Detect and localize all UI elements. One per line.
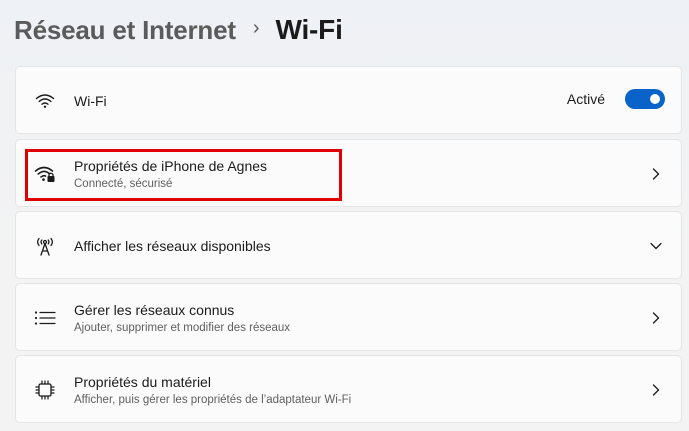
wifi-toggle-switch[interactable] (625, 89, 665, 109)
chevron-right-icon (649, 311, 663, 325)
chip-icon (33, 378, 57, 402)
wifi-toggle-control: Activé (567, 89, 665, 109)
chevron-down-icon (649, 239, 663, 253)
network-properties-card[interactable]: Propriétés de iPhone de Agnes Connecté, … (15, 139, 682, 207)
wifi-toggle-card: Wi-Fi Activé (15, 66, 682, 134)
breadcrumb-separator: › (252, 16, 260, 39)
breadcrumb: Réseau et Internet › Wi-Fi (14, 10, 343, 50)
breadcrumb-parent-link[interactable]: Réseau et Internet (14, 15, 236, 46)
chevron-right-icon (649, 167, 663, 181)
network-properties-label: Propriétés de iPhone de Agnes (74, 158, 268, 174)
toggle-knob (650, 94, 660, 104)
known-networks-description: Ajouter, supprimer et modifier des résea… (74, 322, 291, 334)
network-status-text: Connecté, sécurisé (74, 178, 173, 190)
wifi-icon (33, 89, 57, 113)
page-title: Wi-Fi (275, 14, 343, 45)
hardware-properties-card[interactable]: Propriétés du matériel Afficher, puis gé… (15, 355, 682, 423)
antenna-icon (33, 234, 57, 258)
available-networks-label: Afficher les réseaux disponibles (74, 238, 271, 254)
available-networks-card[interactable]: Afficher les réseaux disponibles (15, 211, 682, 279)
list-icon (33, 306, 57, 330)
hardware-properties-description: Afficher, puis gérer les propriétés de l… (74, 394, 352, 406)
known-networks-card[interactable]: Gérer les réseaux connus Ajouter, suppri… (15, 283, 682, 351)
chevron-right-icon (649, 383, 663, 397)
settings-page: Réseau et Internet › Wi-Fi Wi-Fi Activé (0, 0, 689, 431)
known-networks-label: Gérer les réseaux connus (74, 302, 235, 318)
hardware-properties-label: Propriétés du matériel (74, 374, 211, 390)
wifi-label: Wi-Fi (74, 93, 107, 109)
wifi-toggle-state-text: Activé (566, 91, 605, 107)
wifi-secured-icon (33, 162, 57, 186)
